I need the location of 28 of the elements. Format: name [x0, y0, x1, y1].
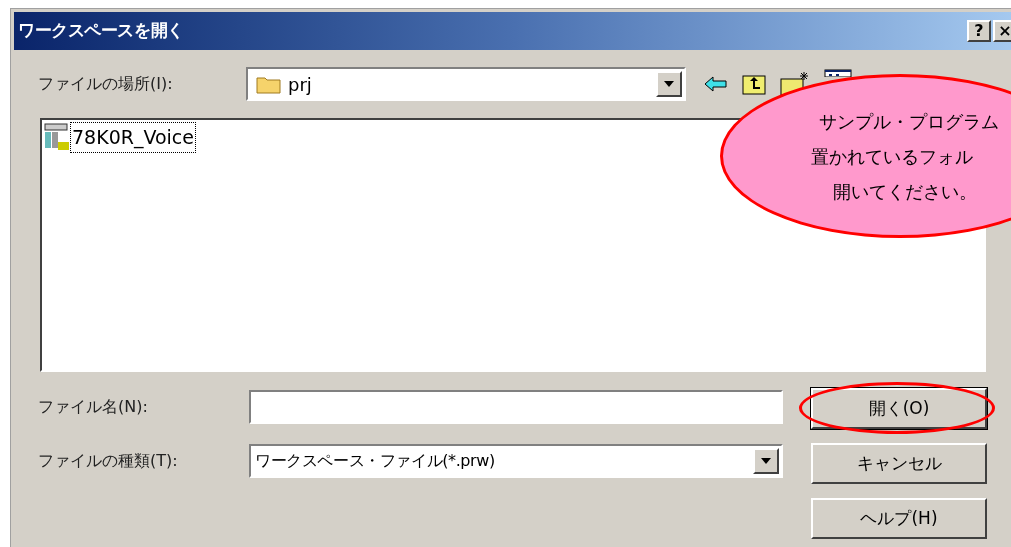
location-dropdown[interactable]: prj [246, 67, 686, 101]
location-value: prj [288, 72, 312, 97]
callout-text: 置かれているフォル [811, 144, 973, 169]
caret-icon [664, 81, 674, 87]
file-name-field[interactable] [249, 390, 783, 424]
folder-icon [256, 74, 282, 94]
workspace-file-icon [44, 122, 70, 153]
callout-text: サンプル・プログラム [819, 109, 999, 134]
dropdown-button[interactable] [753, 448, 779, 474]
view-menu-icon[interactable] [824, 69, 852, 77]
up-folder-icon[interactable] [742, 73, 766, 95]
file-name: 78K0R_Voice [70, 122, 196, 153]
help-button[interactable]: ? [967, 20, 991, 42]
file-type-dropdown[interactable]: ワークスペース・ファイル(*.prw) [249, 444, 783, 478]
window-title: ワークスペースを開く [18, 19, 184, 43]
file-type-value: ワークスペース・ファイル(*.prw) [255, 450, 495, 472]
dialog-button[interactable]: キャンセル [811, 443, 987, 484]
back-arrow-icon[interactable] [704, 76, 728, 92]
dialog-button[interactable]: 開く(O) [811, 388, 987, 429]
close-button[interactable]: × [993, 20, 1011, 42]
location-label: ファイルの場所(I): [38, 73, 174, 95]
caret-icon [761, 458, 771, 464]
file-type-label: ファイルの種類(T): [38, 450, 179, 472]
dropdown-button[interactable] [656, 71, 682, 97]
callout-text: 開いてください。 [833, 179, 977, 204]
file-item[interactable]: 78K0R_Voice [44, 122, 196, 153]
dialog-button[interactable]: ヘルプ(H) [811, 498, 987, 539]
file-name-label: ファイル名(N): [38, 396, 149, 418]
